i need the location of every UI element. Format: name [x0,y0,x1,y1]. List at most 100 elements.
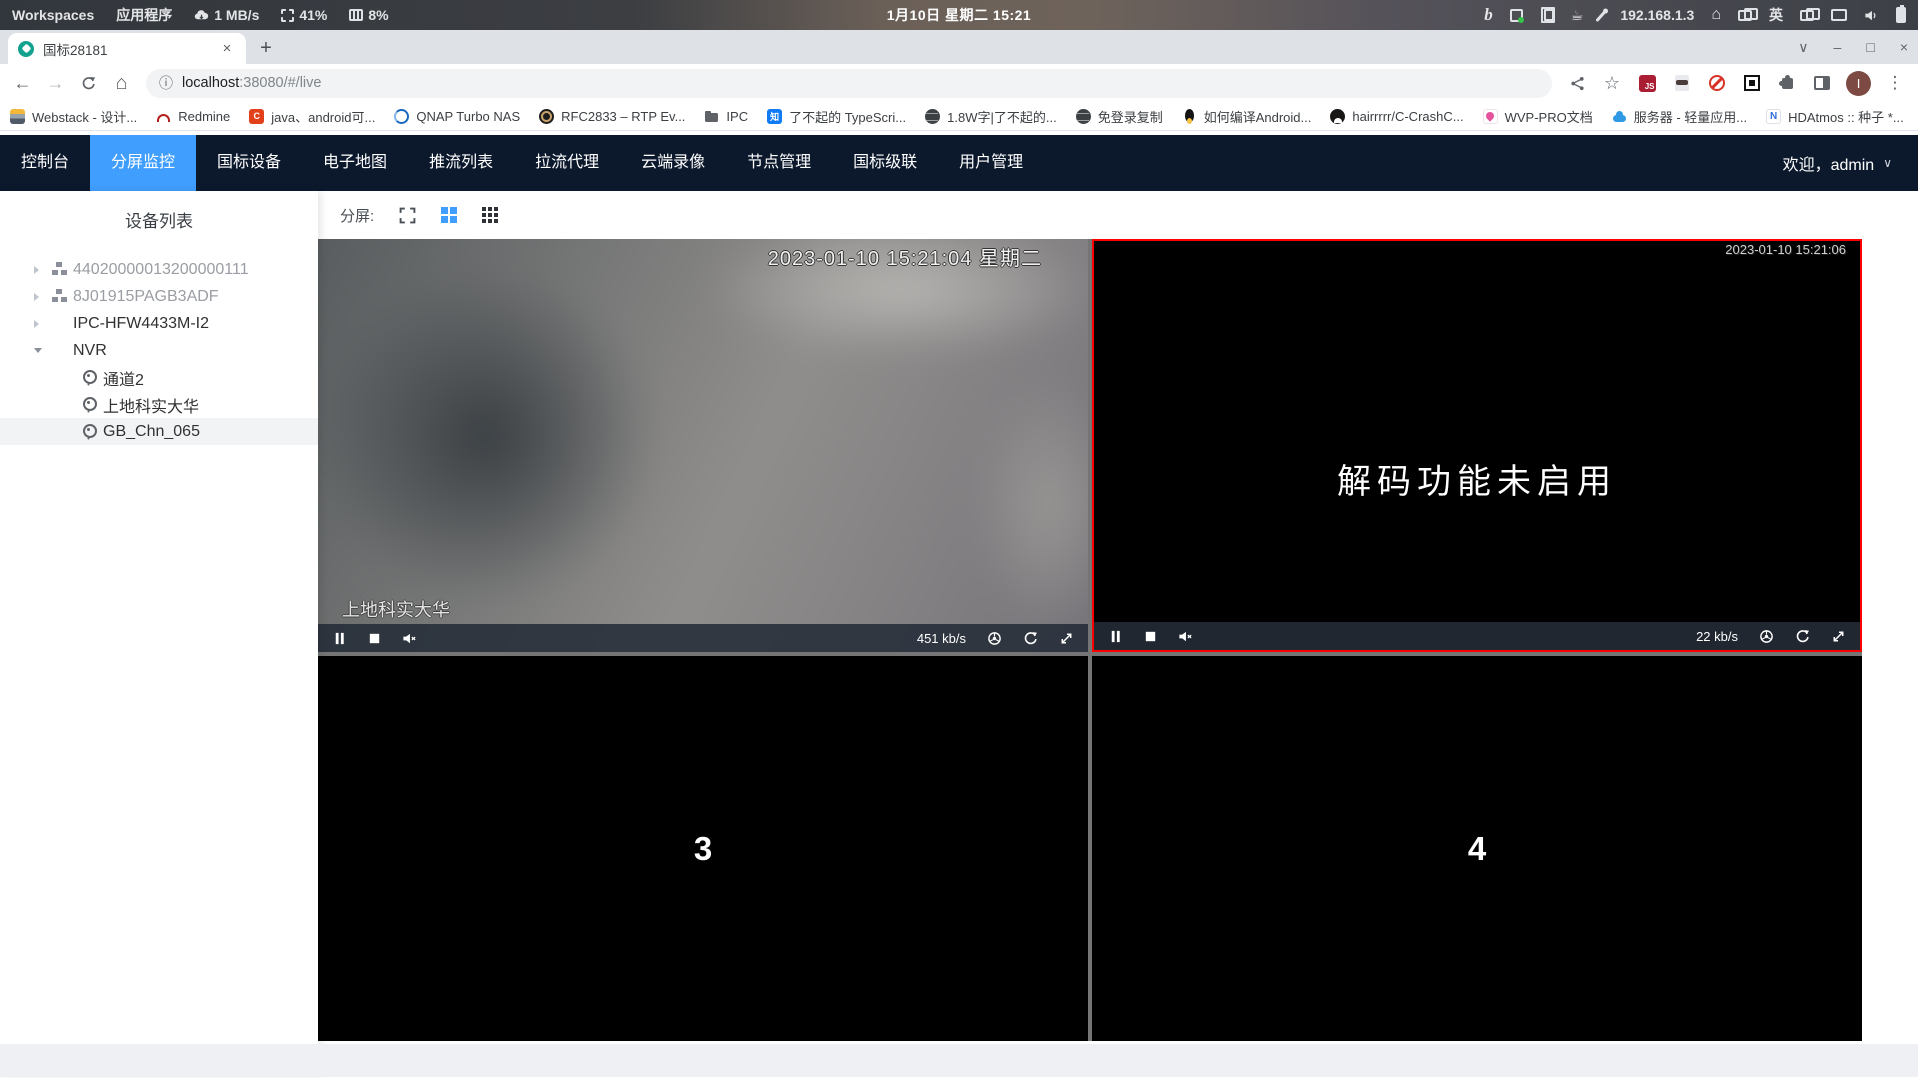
bookmark-item[interactable]: 了不起的 TypeScri... [767,107,906,126]
refresh-button[interactable] [1795,629,1810,644]
bookmark-item[interactable]: IPC [704,109,748,124]
nav-item[interactable]: 云端录像 [620,135,726,191]
memory-usage-indicator[interactable]: 8% [349,7,389,23]
pipette-tray-icon[interactable] [1595,8,1608,22]
cpu-usage-indicator[interactable]: 41% [281,7,327,23]
pause-button[interactable] [1108,629,1123,644]
reload-button[interactable] [74,69,103,98]
share-icon[interactable] [1566,72,1588,94]
tree-item[interactable]: GB_Chn_065 [0,418,318,445]
ip-address-indicator[interactable]: 192.168.1.3 [1620,7,1694,23]
display-icon[interactable] [1831,9,1847,21]
volume-icon[interactable] [1864,8,1879,23]
refresh-button[interactable] [1023,631,1038,646]
bookmark-item[interactable]: 如何编译Android... [1182,107,1311,126]
home-tray-icon[interactable]: ⌂ [1711,6,1721,24]
bookmark-item[interactable]: hairrrrr/C-CrashC... [1330,108,1464,124]
window-maximize-button[interactable]: □ [1866,39,1874,55]
mute-button[interactable] [1178,629,1193,644]
bookmark-item[interactable]: Redmine [156,108,230,124]
nav-item[interactable]: 用户管理 [938,135,1044,191]
forward-button[interactable]: → [41,69,70,98]
bing-tray-icon[interactable]: b [1484,5,1493,25]
new-tab-button[interactable]: + [252,34,280,62]
clock[interactable]: 1月10日 星期二 15:21 [887,5,1031,25]
coffee-tray-icon[interactable]: ☕ [1571,7,1584,24]
network-speed-indicator[interactable]: 1 MB/s [194,7,259,23]
windows-tray-icon[interactable] [1738,7,1758,21]
tree-item[interactable]: 通道2 [0,364,318,391]
tree-item[interactable]: 44020000013200000111 [0,256,318,283]
window-close-button[interactable]: × [1900,39,1908,55]
workspaces-button[interactable]: Workspaces [12,7,94,23]
fullscreen-button[interactable] [1831,629,1846,644]
desktop: Workspaces 应用程序 1 MB/s 41% 8% 1月10日 星期二 … [0,0,1918,1078]
grid-2x2-button[interactable] [441,207,458,223]
side-panel-icon[interactable] [1811,72,1833,94]
mute-button[interactable] [402,631,417,646]
expand-arrow-icon[interactable] [34,348,51,353]
mask-extension-icon[interactable] [1671,72,1693,94]
input-method-indicator[interactable]: 英 [1769,5,1783,25]
clipboard-tray-icon[interactable] [1540,7,1555,23]
settings-button[interactable] [987,631,1002,646]
expand-arrow-icon[interactable] [34,266,51,274]
nav-item[interactable]: 国标级联 [832,135,938,191]
stop-button[interactable] [1143,629,1158,644]
bookmark-item[interactable]: 免登录复制 [1075,107,1163,126]
bookmark-item[interactable]: 1.8W字|了不起的... [925,107,1057,126]
bookmark-item[interactable]: java、android可... [249,107,375,126]
frame-extension-icon[interactable] [1741,72,1763,94]
bookmark-favicon [704,109,719,124]
bookmark-star-icon[interactable]: ☆ [1601,72,1623,94]
blocker-extension-icon[interactable] [1706,72,1728,94]
app-indicator-icon[interactable] [1509,8,1524,23]
expand-arrow-icon[interactable] [34,293,51,301]
tree-item[interactable]: 8J01915PAGB3ADF [0,283,318,310]
video-cell-3[interactable]: 3 [318,656,1088,1041]
site-info-icon[interactable]: ⓘ [159,73,173,93]
back-button[interactable]: ← [8,69,37,98]
dual-screen-icon[interactable] [1800,7,1820,21]
nav-item[interactable]: 控制台 [0,135,90,191]
user-menu[interactable]: 欢迎，admin ∨ [1783,151,1892,175]
profile-avatar[interactable]: I [1846,70,1871,96]
bookmark-item[interactable]: QNAP Turbo NAS [394,108,520,124]
expand-arrow-icon[interactable] [34,320,51,328]
bookmarks-bar: Webstack - 设计... Redmine java、android可..… [0,102,1918,131]
stop-button[interactable] [367,631,382,646]
tab-close-icon[interactable]: × [218,40,236,58]
nav-item[interactable]: 分屏监控 [90,135,197,191]
extensions-puzzle-icon[interactable] [1776,72,1798,94]
fullscreen-button[interactable] [1059,631,1074,646]
tree-item[interactable]: IPC-HFW4433M-I2 [0,310,318,337]
nav-item[interactable]: 拉流代理 [514,135,620,191]
video-cell-1[interactable]: 2023-01-10 15:21:04 星期二 上地科实大华 451 kb/s [318,239,1088,652]
bookmark-item[interactable]: 服务器 - 轻量应用... [1612,107,1747,126]
split-label: 分屏: [340,207,375,225]
tree-item[interactable]: NVR [0,337,318,364]
bookmark-item[interactable]: Webstack - 设计... [10,107,137,126]
single-screen-button[interactable] [399,207,416,224]
video-cell-2[interactable]: 2023-01-10 15:21:06 解码功能未启用 22 kb/s [1092,239,1862,652]
browser-menu-icon[interactable]: ⋮ [1884,72,1906,94]
applications-menu[interactable]: 应用程序 [116,5,172,25]
grid-3x3-button[interactable] [482,207,499,223]
home-button[interactable]: ⌂ [107,69,136,98]
nav-item[interactable]: 国标设备 [196,135,302,191]
nav-item[interactable]: 节点管理 [726,135,832,191]
video-cell-4[interactable]: 4 [1092,656,1862,1041]
browser-tab[interactable]: 国标28181 × [8,33,246,64]
pause-button[interactable] [332,631,347,646]
tab-search-icon[interactable]: ∨ [1798,39,1808,56]
bookmark-item[interactable]: RFC2833 – RTP Ev... [539,108,685,124]
window-minimize-button[interactable]: – [1834,39,1842,55]
js-extension-icon[interactable]: JS [1636,72,1658,94]
tree-item[interactable]: 上地科实大华 [0,391,318,418]
settings-button[interactable] [1759,629,1774,644]
nav-item[interactable]: 电子地图 [302,135,408,191]
bookmark-item[interactable]: HDAtmos :: 种子 *... [1766,107,1904,126]
bookmark-item[interactable]: WVP-PRO文档 [1482,107,1593,126]
url-field[interactable]: ⓘ localhost:38080/#/live [146,68,1552,98]
nav-item[interactable]: 推流列表 [408,135,514,191]
